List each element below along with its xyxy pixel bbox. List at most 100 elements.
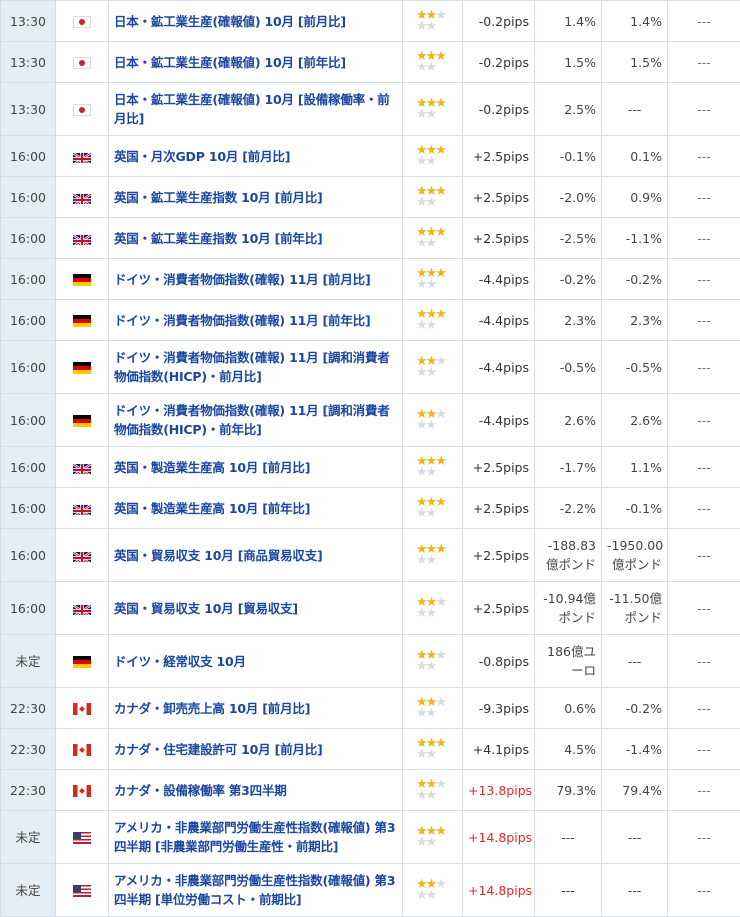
event-name-link[interactable]: 英国・鉱工業生産指数 10月 [前年比] (109, 218, 403, 259)
event-name-link[interactable]: 英国・製造業生産高 10月 [前年比] (109, 488, 403, 529)
event-name-link[interactable]: アメリカ・非農業部門労働生産性指数(確報値) 第3四半期 [単位労働コスト・前期… (109, 864, 403, 917)
event-name-link[interactable]: 英国・月次GDP 10月 [前月比] (109, 136, 403, 177)
uk-flag-icon (73, 192, 91, 204)
forecast-value: --- (602, 83, 668, 136)
pips-value: +2.5pips (463, 177, 535, 218)
event-row: 13:30日本・鉱工業生産(確報値) 10月 [前月比]★★★★★-0.2pip… (1, 1, 740, 42)
event-name-link[interactable]: 英国・鉱工業生産指数 10月 [前月比] (109, 177, 403, 218)
actual-value: -0.2% (535, 259, 602, 300)
importance-stars: ★★★★★ (403, 83, 463, 136)
pips-value: +2.5pips (463, 488, 535, 529)
country-flag-cell (56, 218, 109, 259)
country-flag-cell (56, 688, 109, 729)
country-flag-cell (56, 729, 109, 770)
event-time: 22:30 (1, 688, 56, 729)
event-name-link[interactable]: ドイツ・消費者物価指数(確報) 11月 [調和消費者物価指数(HICP)・前年比… (109, 394, 403, 447)
event-name-link[interactable]: 日本・鉱工業生産(確報値) 10月 [設備稼働率・前月比] (109, 83, 403, 136)
importance-stars: ★★★★★ (403, 341, 463, 394)
event-row: 16:00英国・貿易収支 10月 [商品貿易収支]★★★★★+2.5pips-1… (1, 529, 740, 582)
star-icon: ★★★★★ (416, 268, 456, 290)
country-flag-cell (56, 42, 109, 83)
previous-value: --- (668, 1, 740, 42)
event-row: 16:00ドイツ・消費者物価指数(確報) 11月 [調和消費者物価指数(HICP… (1, 394, 740, 447)
country-flag-cell (56, 300, 109, 341)
event-row: 22:30カナダ・卸売売上高 10月 [前月比]★★★★★-9.3pips0.6… (1, 688, 740, 729)
forecast-value: 79.4% (602, 770, 668, 811)
forecast-value: -1.1% (602, 218, 668, 259)
event-row: 22:30カナダ・設備稼働率 第3四半期★★★★★+13.8pips79.3%7… (1, 770, 740, 811)
previous-value: --- (668, 447, 740, 488)
importance-stars: ★★★★★ (403, 259, 463, 300)
event-name-link[interactable]: ドイツ・消費者物価指数(確報) 11月 [前月比] (109, 259, 403, 300)
event-row: 16:00英国・製造業生産高 10月 [前月比]★★★★★+2.5pips-1.… (1, 447, 740, 488)
previous-value: --- (668, 136, 740, 177)
forecast-value: --- (602, 811, 668, 864)
event-name-link[interactable]: ドイツ・経常収支 10月 (109, 635, 403, 688)
importance-stars: ★★★★★ (403, 770, 463, 811)
importance-stars: ★★★★★ (403, 635, 463, 688)
uk-flag-icon (73, 462, 91, 474)
forecast-value: -1.4% (602, 729, 668, 770)
previous-value: --- (668, 177, 740, 218)
calendar-rows: 13:30日本・鉱工業生産(確報値) 10月 [前月比]★★★★★-0.2pip… (1, 1, 740, 917)
event-name-link[interactable]: 英国・貿易収支 10月 [商品貿易収支] (109, 529, 403, 582)
pips-value: +14.8pips (463, 811, 535, 864)
event-name-link[interactable]: ドイツ・消費者物価指数(確報) 11月 [調和消費者物価指数(HICP)・前月比… (109, 341, 403, 394)
forecast-value: 2.6% (602, 394, 668, 447)
importance-stars: ★★★★★ (403, 394, 463, 447)
event-time: 16:00 (1, 447, 56, 488)
previous-value: --- (668, 300, 740, 341)
previous-value: --- (668, 394, 740, 447)
actual-value: 2.6% (535, 394, 602, 447)
pips-value: -4.4pips (463, 394, 535, 447)
jp-flag-icon (73, 57, 91, 69)
event-name-link[interactable]: ドイツ・消費者物価指数(確報) 11月 [前年比] (109, 300, 403, 341)
pips-value: +2.5pips (463, 218, 535, 259)
event-name-link[interactable]: 日本・鉱工業生産(確報値) 10月 [前月比] (109, 1, 403, 42)
pips-value: -4.4pips (463, 300, 535, 341)
pips-value: -0.2pips (463, 42, 535, 83)
uk-flag-icon (73, 233, 91, 245)
star-icon: ★★★★★ (416, 597, 456, 619)
previous-value: --- (668, 341, 740, 394)
pips-value: +2.5pips (463, 582, 535, 635)
importance-stars: ★★★★★ (403, 811, 463, 864)
forecast-value: -1950.00億ポンド (602, 529, 668, 582)
actual-value: -188.83億ポンド (535, 529, 602, 582)
uk-flag-icon (73, 151, 91, 163)
forecast-value: -0.2% (602, 688, 668, 729)
pips-value: -0.2pips (463, 83, 535, 136)
event-row: 13:30日本・鉱工業生産(確報値) 10月 [前年比]★★★★★-0.2pip… (1, 42, 740, 83)
event-name-link[interactable]: 英国・製造業生産高 10月 [前月比] (109, 447, 403, 488)
country-flag-cell (56, 259, 109, 300)
star-icon: ★★★★★ (416, 227, 456, 249)
star-icon: ★★★★★ (416, 186, 456, 208)
us-flag-icon (73, 832, 91, 844)
economic-calendar-table: 13:30日本・鉱工業生産(確報値) 10月 [前月比]★★★★★-0.2pip… (0, 0, 740, 917)
importance-stars: ★★★★★ (403, 864, 463, 917)
star-icon: ★★★★★ (416, 779, 456, 801)
forecast-value: -0.2% (602, 259, 668, 300)
event-time: 16:00 (1, 259, 56, 300)
event-time: 13:30 (1, 83, 56, 136)
event-name-link[interactable]: カナダ・卸売売上高 10月 [前月比] (109, 688, 403, 729)
previous-value: --- (668, 488, 740, 529)
uk-flag-icon (73, 550, 91, 562)
de-flag-icon (73, 362, 91, 374)
importance-stars: ★★★★★ (403, 42, 463, 83)
event-row: 16:00ドイツ・消費者物価指数(確報) 11月 [前年比]★★★★★-4.4p… (1, 300, 740, 341)
country-flag-cell (56, 770, 109, 811)
event-name-link[interactable]: 日本・鉱工業生産(確報値) 10月 [前年比] (109, 42, 403, 83)
star-icon: ★★★★★ (416, 309, 456, 331)
star-icon: ★★★★★ (416, 697, 456, 719)
event-name-link[interactable]: アメリカ・非農業部門労働生産性指数(確報値) 第3四半期 [非農業部門労働生産性… (109, 811, 403, 864)
importance-stars: ★★★★★ (403, 300, 463, 341)
actual-value: --- (535, 811, 602, 864)
event-row: 16:00英国・鉱工業生産指数 10月 [前年比]★★★★★+2.5pips-2… (1, 218, 740, 259)
event-name-link[interactable]: 英国・貿易収支 10月 [貿易収支] (109, 582, 403, 635)
event-name-link[interactable]: カナダ・設備稼働率 第3四半期 (109, 770, 403, 811)
event-name-link[interactable]: カナダ・住宅建設許可 10月 [前月比] (109, 729, 403, 770)
event-row: 16:00英国・月次GDP 10月 [前月比]★★★★★+2.5pips-0.1… (1, 136, 740, 177)
pips-value: -9.3pips (463, 688, 535, 729)
pips-value: -4.4pips (463, 341, 535, 394)
